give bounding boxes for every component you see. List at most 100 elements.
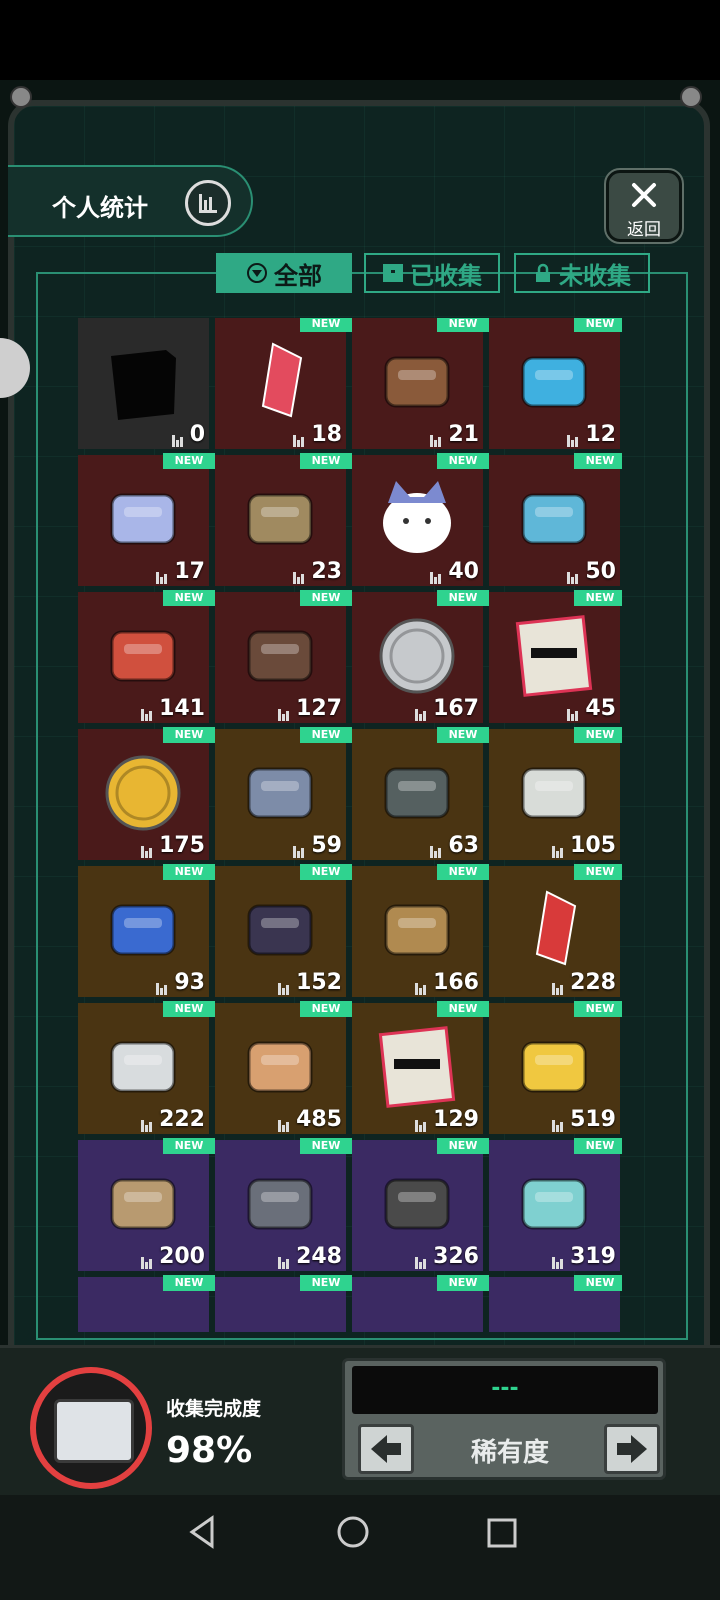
tab-uncollected[interactable]: 未收集: [514, 253, 650, 293]
item-cell[interactable]: 319 NEW: [489, 1138, 622, 1271]
item-count: 167: [415, 696, 479, 721]
item-cell[interactable]: 519 NEW: [489, 1001, 622, 1134]
statue-icon: [233, 473, 328, 563]
item-count-value: 167: [433, 696, 479, 721]
stats-bars-icon: [552, 983, 564, 995]
item-cell[interactable]: 18 NEW: [215, 318, 352, 449]
sort-next-button[interactable]: [604, 1424, 660, 1474]
gold-nugget-icon: [507, 1021, 602, 1111]
new-badge: NEW: [437, 1138, 489, 1154]
tab-collected-label: 已收集: [410, 261, 482, 290]
new-badge: NEW: [437, 318, 489, 332]
item-count: 485: [278, 1107, 342, 1132]
gpu-card-icon: [96, 1021, 191, 1111]
item-count: 17: [156, 559, 205, 584]
item-cell[interactable]: 12 NEW: [489, 318, 622, 449]
item-count: 127: [278, 696, 342, 721]
item-cell[interactable]: NEW: [352, 1275, 489, 1332]
new-badge: NEW: [300, 1001, 352, 1017]
item-cell[interactable]: 59 NEW: [215, 727, 352, 860]
stats-bars-icon: [171, 435, 184, 447]
sports-car-icon: [507, 336, 602, 426]
nav-back-icon[interactable]: [186, 1515, 218, 1549]
screw-decoration: [680, 86, 702, 108]
item-cell[interactable]: 63 NEW: [352, 727, 489, 860]
item-cell[interactable]: 167 NEW: [352, 590, 489, 723]
item-cell[interactable]: 21 NEW: [352, 318, 489, 449]
item-count: 59: [293, 833, 342, 858]
new-badge: NEW: [437, 727, 489, 743]
item-count-value: 141: [159, 696, 205, 721]
new-badge: NEW: [574, 1138, 622, 1154]
item-cell[interactable]: 175 NEW: [78, 727, 215, 860]
stats-bars-icon: [415, 1120, 427, 1132]
item-cell[interactable]: 93 NEW: [78, 864, 215, 997]
collection-chest[interactable]: [30, 1367, 152, 1489]
tab-all[interactable]: 全部: [216, 253, 352, 293]
new-badge: NEW: [300, 453, 352, 469]
nav-recents-icon[interactable]: [486, 1517, 518, 1549]
stats-bars-icon: [567, 572, 579, 584]
item-count: 50: [567, 559, 616, 584]
item-cell[interactable]: 23 NEW: [215, 453, 352, 586]
stats-bars-icon: [415, 1257, 427, 1269]
sort-display: ---: [352, 1366, 658, 1414]
item-cell[interactable]: NEW: [489, 1275, 622, 1332]
nav-home-icon[interactable]: [336, 1515, 370, 1549]
item-cell[interactable]: 228 NEW: [489, 864, 622, 997]
stats-bars-icon: [415, 709, 427, 721]
stats-bars-icon: [552, 1257, 564, 1269]
new-badge: NEW: [574, 1275, 622, 1291]
stats-bars-icon: [141, 1120, 153, 1132]
item-cell[interactable]: NEW: [215, 1275, 352, 1332]
item-cell[interactable]: 127 NEW: [215, 590, 352, 723]
item-count-value: 166: [433, 970, 479, 995]
item-count-value: 127: [296, 696, 342, 721]
item-cell[interactable]: 0: [78, 318, 209, 449]
item-cell[interactable]: 105 NEW: [489, 727, 622, 860]
trophy-cup-icon: [96, 473, 191, 563]
game-robot-icon: [507, 1158, 602, 1248]
item-cell[interactable]: 485 NEW: [215, 1001, 352, 1134]
item-count: 152: [278, 970, 342, 995]
item-count-value: 485: [296, 1107, 342, 1132]
item-cell[interactable]: 248 NEW: [215, 1138, 352, 1271]
item-count-value: 17: [174, 559, 205, 584]
stats-bars-icon: [567, 709, 579, 721]
item-cell[interactable]: 166 NEW: [352, 864, 489, 997]
item-count: 248: [278, 1244, 342, 1269]
overalls-icon: [233, 747, 328, 837]
item-count: 105: [552, 833, 616, 858]
tab-all-label: 全部: [274, 261, 322, 290]
item-count: 319: [552, 1244, 616, 1269]
sort-prev-button[interactable]: [358, 1424, 414, 1474]
cat-plush-icon: [370, 473, 465, 563]
item-cell[interactable]: 326 NEW: [352, 1138, 489, 1271]
stats-bars-icon: [430, 846, 442, 858]
silver-coin-icon: [370, 610, 465, 700]
new-badge: NEW: [574, 864, 622, 880]
stats-bars-icon: [552, 846, 564, 858]
item-cell[interactable]: NEW: [78, 1275, 215, 1332]
item-cell[interactable]: 222 NEW: [78, 1001, 215, 1134]
stats-bars-icon: [141, 846, 153, 858]
back-label: 返回: [627, 220, 661, 240]
item-cell[interactable]: 45 NEW: [489, 590, 622, 723]
tab-collected[interactable]: 已收集: [364, 253, 500, 293]
back-button[interactable]: 返回: [604, 168, 684, 244]
item-cell[interactable]: 141 NEW: [78, 590, 215, 723]
item-cell[interactable]: 200 NEW: [78, 1138, 215, 1271]
stats-bars-icon: [278, 1257, 290, 1269]
new-badge: NEW: [300, 864, 352, 880]
item-cell[interactable]: 40 NEW: [352, 453, 489, 586]
item-cell[interactable]: 50 NEW: [489, 453, 622, 586]
item-cell[interactable]: 152 NEW: [215, 864, 352, 997]
item-count-value: 93: [174, 970, 205, 995]
new-badge: NEW: [574, 1001, 622, 1017]
new-badge: NEW: [300, 1275, 352, 1291]
bar-chart-icon[interactable]: [185, 180, 231, 226]
item-count-value: 0: [189, 422, 205, 447]
item-cell[interactable]: 17 NEW: [78, 453, 215, 586]
new-badge: NEW: [163, 1275, 215, 1291]
item-cell[interactable]: 129 NEW: [352, 1001, 489, 1134]
